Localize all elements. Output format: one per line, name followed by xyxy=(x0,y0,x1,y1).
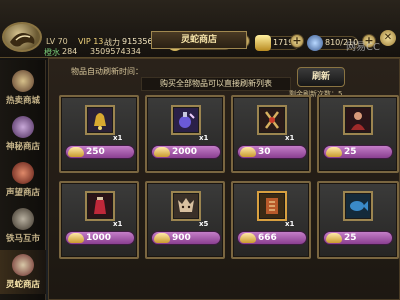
sidebar-item-label: 热卖商城 xyxy=(5,96,40,106)
price-tag: 30 xyxy=(237,145,307,159)
price-tag: 25 xyxy=(323,145,393,159)
refresh-button[interactable]: 刷新 xyxy=(297,67,345,87)
sidebar-item-label: 声望商店 xyxy=(5,188,40,198)
hp-value: 284 xyxy=(62,47,78,56)
iron-horse-icon xyxy=(12,208,34,230)
item-icon-frame xyxy=(343,105,373,135)
gold-ingot-icon xyxy=(255,35,271,51)
stamina-icon xyxy=(307,35,323,51)
shop-item-card[interactable]: x1 250 xyxy=(59,95,139,173)
item-price: 1000 xyxy=(86,233,112,243)
item-icon-frame: x1 xyxy=(257,105,294,142)
gold-ingot-icon xyxy=(68,147,84,157)
potion-icon xyxy=(174,108,198,132)
fame-shop-icon xyxy=(12,162,34,184)
shop-item-card[interactable]: x1 666 xyxy=(231,181,311,259)
gold-ingot-icon xyxy=(240,233,256,243)
refresh-note: 购买全部物品可以直接刷新列表 xyxy=(141,77,291,91)
add-gold-button[interactable]: + xyxy=(290,34,304,48)
refresh-time-label: 物品自动刷新时间： xyxy=(71,67,143,76)
sidebar-item-snake-shop[interactable]: 灵蛇商店 xyxy=(0,250,46,294)
item-icon-frame: x1 xyxy=(257,191,294,228)
player-level: LV 70 xyxy=(46,37,68,46)
figure-icon xyxy=(346,108,370,132)
watermark: 网易CC xyxy=(346,42,380,53)
item-quantity: x1 xyxy=(113,220,123,228)
shop-item-card[interactable]: x1 2000 xyxy=(145,95,225,173)
item-price: 2000 xyxy=(172,147,198,157)
power-value: 915356 xyxy=(122,37,153,46)
sidebar-item-label: 铁马互市 xyxy=(5,234,40,244)
shop-title-banner: 灵蛇商店 xyxy=(151,31,247,49)
item-quantity: x5 xyxy=(199,220,209,228)
price-tag: 250 xyxy=(65,145,135,159)
snake-shop-icon xyxy=(12,254,34,276)
item-icon-frame: x1 xyxy=(85,105,122,142)
shop-item-card[interactable]: x1 1000 xyxy=(59,181,139,259)
price-tag: 1000 xyxy=(65,231,135,245)
sidebar-item-label: 神秘商店 xyxy=(5,142,40,152)
price-tag: 25 xyxy=(323,231,393,245)
player-avatar[interactable] xyxy=(2,22,42,52)
sidebar-item-fame-shop[interactable]: 声望商店 xyxy=(0,158,46,202)
shop-sidebar: 热卖商城 神秘商店 声望商店 铁马互市 灵蛇商店 xyxy=(0,60,46,300)
item-price: 900 xyxy=(172,233,191,243)
item-price: 25 xyxy=(344,147,357,157)
item-icon-frame: x5 xyxy=(171,191,208,228)
item-quantity: x1 xyxy=(113,134,123,142)
shop-item-card[interactable]: x5 900 xyxy=(145,181,225,259)
item-price: 30 xyxy=(258,147,271,157)
book-icon xyxy=(260,194,284,218)
item-quantity: x1 xyxy=(285,134,295,142)
price-tag: 900 xyxy=(151,231,221,245)
hp-label: 橙水 xyxy=(44,48,60,57)
close-button[interactable]: ✕ xyxy=(380,30,396,46)
hot-shop-icon xyxy=(12,70,34,92)
top-status-bar: LV 70 VIP 13 战力 915356 橙水 284 3509574334… xyxy=(0,0,400,58)
item-icon-frame: x1 xyxy=(85,191,122,228)
gold-ingot-icon xyxy=(68,233,84,243)
shop-item-card[interactable]: 25 xyxy=(317,181,399,259)
gold-ingot-icon xyxy=(154,147,170,157)
price-tag: 666 xyxy=(237,231,307,245)
item-icon-frame xyxy=(343,191,373,221)
sidebar-item-label: 灵蛇商店 xyxy=(5,280,40,290)
item-price: 25 xyxy=(344,233,357,243)
sidebar-item-iron-horse[interactable]: 铁马互市 xyxy=(0,204,46,248)
item-price: 250 xyxy=(86,147,105,157)
item-icon-frame: x1 xyxy=(171,105,208,142)
item-quantity: x1 xyxy=(285,220,295,228)
gold-ingot-icon xyxy=(326,147,342,157)
fish-icon xyxy=(346,194,370,218)
item-quantity: x1 xyxy=(199,134,209,142)
tiger-icon xyxy=(174,194,198,218)
item-price: 666 xyxy=(258,233,277,243)
price-tag: 2000 xyxy=(151,145,221,159)
elixir-icon xyxy=(88,194,112,218)
gold-ingot-icon xyxy=(326,233,342,243)
shop-item-card[interactable]: x1 30 xyxy=(231,95,311,173)
shop-item-card[interactable]: 25 xyxy=(317,95,399,173)
sidebar-item-hot-shop[interactable]: 热卖商城 xyxy=(0,66,46,110)
vip-level: VIP 13 xyxy=(78,37,104,46)
sword-icon xyxy=(260,108,284,132)
bell-icon xyxy=(88,108,112,132)
gold-ingot-icon xyxy=(154,233,170,243)
mystic-shop-icon xyxy=(12,116,34,138)
exp-value: 3509574334 xyxy=(90,47,141,56)
gold-ingot-icon xyxy=(240,147,256,157)
shop-panel: 物品自动刷新时间： 购买全部物品可以直接刷新列表 刷新 剩余刷新次数：5 x1 … xyxy=(48,31,400,300)
dragon-emblem-icon xyxy=(10,33,35,47)
sidebar-item-mystic-shop[interactable]: 神秘商店 xyxy=(0,112,46,156)
